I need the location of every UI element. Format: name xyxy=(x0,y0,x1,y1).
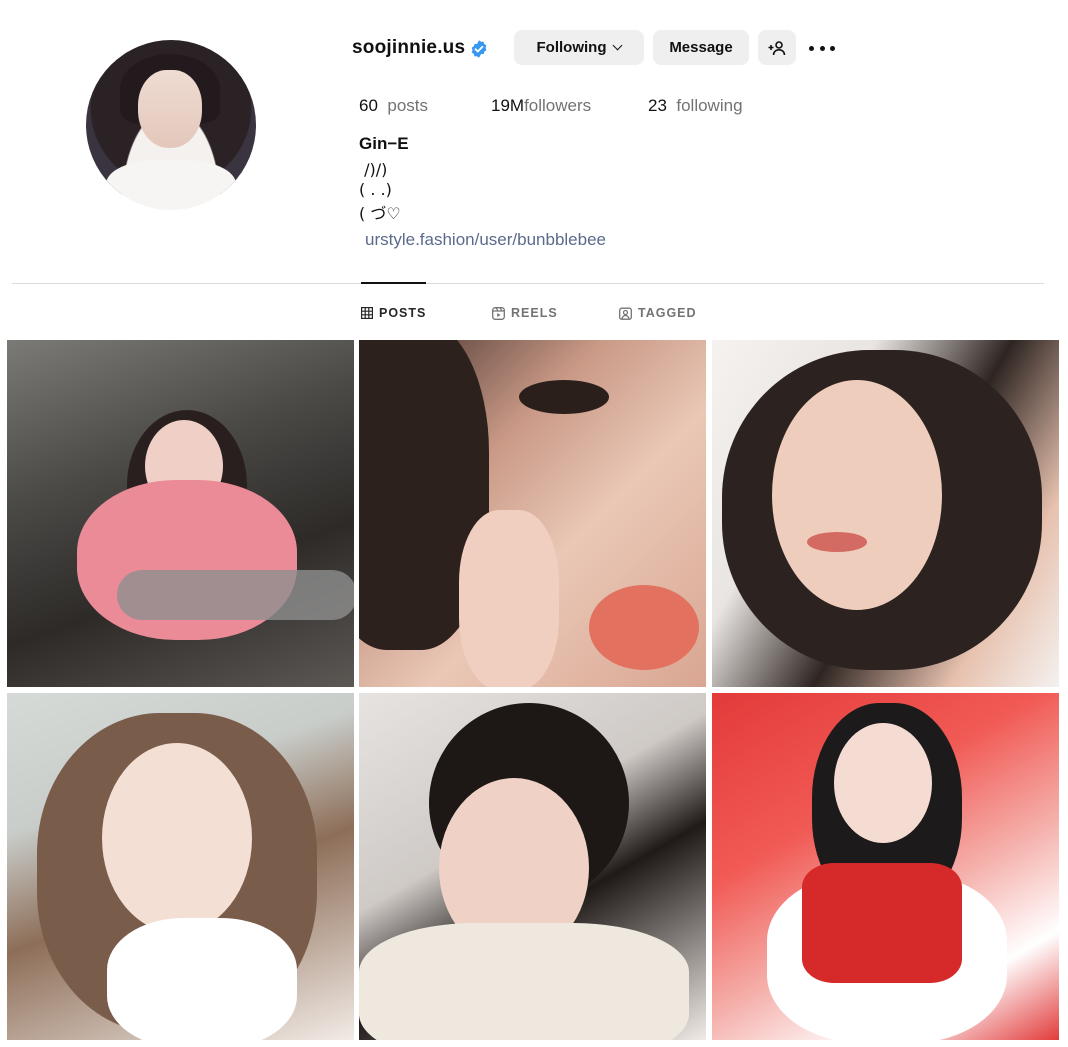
grid-icon xyxy=(361,307,373,319)
tile-shape xyxy=(459,510,559,687)
message-button-label: Message xyxy=(669,39,733,56)
tab-reels-label: REELS xyxy=(511,306,558,320)
reels-icon xyxy=(492,306,505,320)
bio-line: /)/) xyxy=(359,160,388,179)
message-button[interactable]: Message xyxy=(653,30,749,65)
posts-label: posts xyxy=(387,96,429,115)
post-tile[interactable] xyxy=(7,693,354,1040)
tabs-divider xyxy=(12,283,1044,284)
following-count: 23 xyxy=(648,96,667,115)
bio-line: ( づ♡ xyxy=(359,204,401,223)
more-options-icon[interactable] xyxy=(809,38,835,58)
tile-shape xyxy=(589,585,699,670)
more-dot xyxy=(830,45,835,51)
username: soojinnie.us xyxy=(352,37,466,58)
followers-label: followers xyxy=(524,96,592,115)
tile-shape xyxy=(807,532,867,552)
tab-tagged[interactable]: TAGGED xyxy=(619,305,697,321)
tab-reels[interactable]: REELS xyxy=(492,305,558,321)
more-dot xyxy=(809,45,814,51)
active-tab-indicator xyxy=(361,282,426,284)
post-tile[interactable] xyxy=(7,340,354,687)
tile-shape xyxy=(834,723,932,843)
post-tile[interactable] xyxy=(712,340,1059,687)
posts-count: 60 xyxy=(359,96,378,115)
following-button-label: Following xyxy=(536,39,607,56)
tab-posts-label: POSTS xyxy=(379,306,427,320)
tile-shape xyxy=(117,570,354,620)
post-tile[interactable] xyxy=(712,693,1059,1040)
tab-posts[interactable]: POSTS xyxy=(361,305,426,321)
username-row: soojinnie.us xyxy=(352,30,489,66)
tagged-icon xyxy=(619,307,632,320)
profile-avatar[interactable] xyxy=(86,40,256,210)
avatar-face xyxy=(138,70,202,148)
tile-shape xyxy=(772,380,942,610)
followers-count: 19M xyxy=(491,96,525,115)
followers-stat[interactable]: 19Mfollowers xyxy=(491,96,591,116)
tab-tagged-label: TAGGED xyxy=(638,306,697,320)
tile-shape xyxy=(102,743,252,933)
tile-shape xyxy=(359,923,689,1040)
following-label: following xyxy=(676,96,743,115)
post-tile[interactable] xyxy=(359,340,706,687)
post-tile[interactable] xyxy=(359,693,706,1040)
following-stat[interactable]: 23 following xyxy=(648,96,743,116)
tile-shape xyxy=(107,918,297,1040)
more-dot xyxy=(819,45,825,51)
verified-badge-icon xyxy=(471,39,487,58)
bio-link[interactable]: urstyle.fashion/user/bunbblebee xyxy=(365,230,606,250)
bio-line: ( . .) xyxy=(359,180,392,199)
add-user-button[interactable] xyxy=(758,30,796,65)
chevron-down-icon xyxy=(613,40,623,51)
bio-display-name: Gin−E xyxy=(359,134,409,153)
following-button[interactable]: Following xyxy=(514,30,644,65)
add-user-icon xyxy=(768,40,786,55)
avatar-clothing xyxy=(106,160,236,210)
tile-shape xyxy=(519,380,609,414)
posts-stat: 60 posts xyxy=(359,96,428,116)
tile-shape xyxy=(802,863,962,983)
